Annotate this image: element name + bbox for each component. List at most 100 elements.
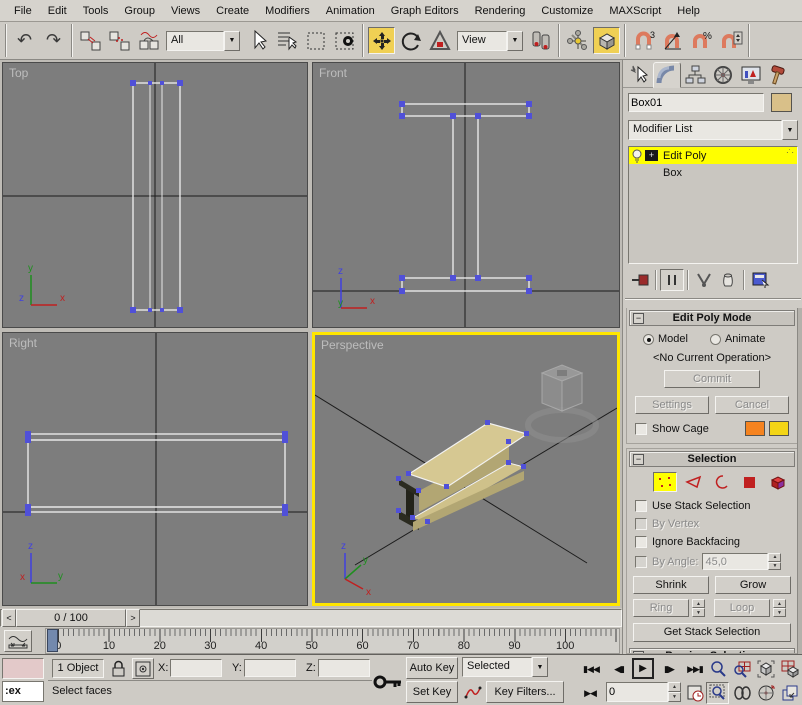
menu-item[interactable]: Modifiers [257, 2, 318, 20]
dropdown-arrow-icon[interactable]: ▼ [782, 120, 798, 140]
default-in-out-tangents-icon[interactable] [462, 681, 484, 703]
ignore-backfacing-checkbox[interactable] [635, 536, 647, 548]
menu-item[interactable]: Group [116, 2, 163, 20]
previous-frame-icon[interactable]: ◀▮ [608, 659, 630, 679]
menu-item[interactable]: Animation [318, 2, 383, 20]
spinner-down-icon[interactable]: ▼ [773, 608, 786, 617]
by-vertex-checkbox[interactable] [635, 518, 647, 530]
get-stack-selection-button[interactable]: Get Stack Selection [633, 623, 791, 642]
maximize-viewport-toggle-icon[interactable] [778, 682, 801, 704]
select-and-manipulate-icon[interactable] [564, 27, 591, 54]
use-stack-selection-checkbox[interactable] [635, 500, 647, 512]
unlink-selection-icon[interactable] [106, 27, 133, 54]
open-mini-curve-editor-icon[interactable] [4, 630, 32, 652]
goto-start-icon[interactable]: ▮◀◀ [578, 659, 604, 679]
menu-item[interactable]: Tools [75, 2, 117, 20]
menu-item[interactable]: Help [669, 2, 708, 20]
reference-coordinate-dropdown[interactable]: View ▼ [457, 31, 523, 51]
undo-icon[interactable]: ↶ [11, 27, 38, 54]
menu-item[interactable]: Edit [40, 2, 75, 20]
modifier-stack-item-edit-poly[interactable]: + Edit Poly ·˙· [629, 147, 797, 164]
show-cage-checkbox[interactable] [635, 423, 647, 435]
percent-snap-toggle-icon[interactable]: % [688, 27, 715, 54]
redo-icon[interactable]: ↷ [40, 27, 67, 54]
spinner-up-icon[interactable]: ▲ [668, 682, 681, 692]
set-keys-icon[interactable] [372, 665, 404, 699]
angle-snap-toggle-icon[interactable] [659, 27, 686, 54]
window-crossing-toggle-icon[interactable] [331, 27, 358, 54]
select-by-name-icon[interactable] [273, 27, 300, 54]
goto-end-icon[interactable]: ▶▶▮ [682, 659, 708, 679]
time-configuration-icon[interactable] [684, 683, 706, 703]
zoom-extents-icon[interactable] [754, 658, 777, 680]
viewport-perspective[interactable]: z y x Perspective [312, 332, 620, 606]
tab-motion[interactable] [709, 62, 737, 88]
spinner-up-icon[interactable]: ▲ [773, 599, 786, 608]
edit-poly-mode-rollout-header[interactable]: − Edit Poly Mode [629, 310, 795, 326]
object-color-swatch[interactable] [771, 93, 792, 112]
menu-item[interactable]: Rendering [467, 2, 534, 20]
zoom-icon[interactable] [706, 658, 729, 680]
region-zoom-icon[interactable] [706, 682, 729, 704]
polygon-subobject-icon[interactable] [739, 472, 761, 492]
timeline-ruler[interactable]: 0102030405060708090100 [45, 628, 620, 654]
menu-item[interactable]: Customize [533, 2, 601, 20]
menu-item[interactable]: File [6, 2, 40, 20]
zoom-extents-all-icon[interactable] [778, 658, 801, 680]
settings-button[interactable]: Settings [635, 396, 709, 414]
key-mode-toggle-icon[interactable]: ▶◀ [578, 683, 602, 703]
select-and-move-icon[interactable] [368, 27, 395, 54]
time-slider-prev-icon[interactable]: < [2, 609, 16, 627]
absolute-mode-transform-icon[interactable] [132, 658, 154, 679]
ring-button[interactable]: Ring [633, 599, 689, 617]
menu-item[interactable]: Create [208, 2, 257, 20]
select-object-icon[interactable] [244, 27, 271, 54]
dropdown-arrow-icon[interactable]: ▼ [532, 657, 548, 677]
collapse-icon[interactable]: − [633, 454, 644, 465]
viewport-front[interactable]: z x y Front [312, 62, 620, 328]
tab-utilities[interactable] [765, 62, 793, 88]
time-slider-value[interactable]: 0 / 100 [16, 609, 126, 627]
tab-modify[interactable] [653, 62, 681, 88]
model-radio[interactable] [643, 334, 654, 345]
selection-rollout-header[interactable]: − Selection [629, 451, 795, 467]
spinner-down-icon[interactable]: ▼ [768, 562, 781, 571]
viewport-right[interactable]: z y x Right [2, 332, 308, 606]
set-key-button[interactable]: Set Key [406, 681, 458, 703]
spinner-up-icon[interactable]: ▲ [768, 553, 781, 562]
shrink-button[interactable]: Shrink [633, 576, 709, 594]
modifier-list-dropdown[interactable]: Modifier List ▼ [628, 120, 798, 140]
tab-hierarchy[interactable] [681, 62, 709, 88]
select-and-link-icon[interactable] [77, 27, 104, 54]
dropdown-arrow-icon[interactable]: ▼ [224, 31, 240, 51]
frame-spinner[interactable]: ▲ ▼ [668, 682, 681, 702]
spinner-up-icon[interactable]: ▲ [692, 599, 705, 608]
use-pivot-point-center-icon[interactable] [527, 27, 554, 54]
by-angle-field[interactable] [702, 553, 768, 570]
y-coordinate-field[interactable] [244, 659, 296, 677]
pin-stack-icon[interactable] [628, 272, 652, 288]
loop-spinner[interactable]: ▲ ▼ [773, 599, 786, 617]
collapse-icon[interactable]: − [633, 313, 644, 324]
cage-color-swatch-2[interactable] [769, 421, 789, 436]
selection-filter-dropdown[interactable]: All ▼ [166, 31, 240, 51]
cage-color-swatch-1[interactable] [745, 421, 765, 436]
auto-key-button[interactable]: Auto Key [406, 657, 458, 679]
3d-snap-toggle-icon[interactable]: 3 [630, 27, 657, 54]
border-subobject-icon[interactable] [711, 472, 733, 492]
pan-view-icon[interactable] [730, 682, 753, 704]
zoom-all-icon[interactable] [730, 658, 753, 680]
time-slider-next-icon[interactable]: > [126, 609, 140, 627]
menu-item[interactable]: MAXScript [601, 2, 669, 20]
next-frame-icon[interactable]: ▮▶ [658, 659, 680, 679]
snaps-toggle-icon[interactable] [593, 27, 620, 54]
time-slider-handle[interactable]: < 0 / 100 > [2, 609, 140, 627]
panel-scrollbar[interactable] [797, 308, 802, 654]
mini-listener-line[interactable]: :ex [2, 681, 44, 702]
selection-lock-icon[interactable] [108, 658, 128, 678]
object-name-field[interactable] [628, 93, 764, 112]
menu-item[interactable]: Graph Editors [383, 2, 467, 20]
configure-modifier-sets-icon[interactable] [748, 272, 774, 288]
by-angle-checkbox[interactable] [635, 556, 647, 568]
spinner-down-icon[interactable]: ▼ [668, 692, 681, 702]
